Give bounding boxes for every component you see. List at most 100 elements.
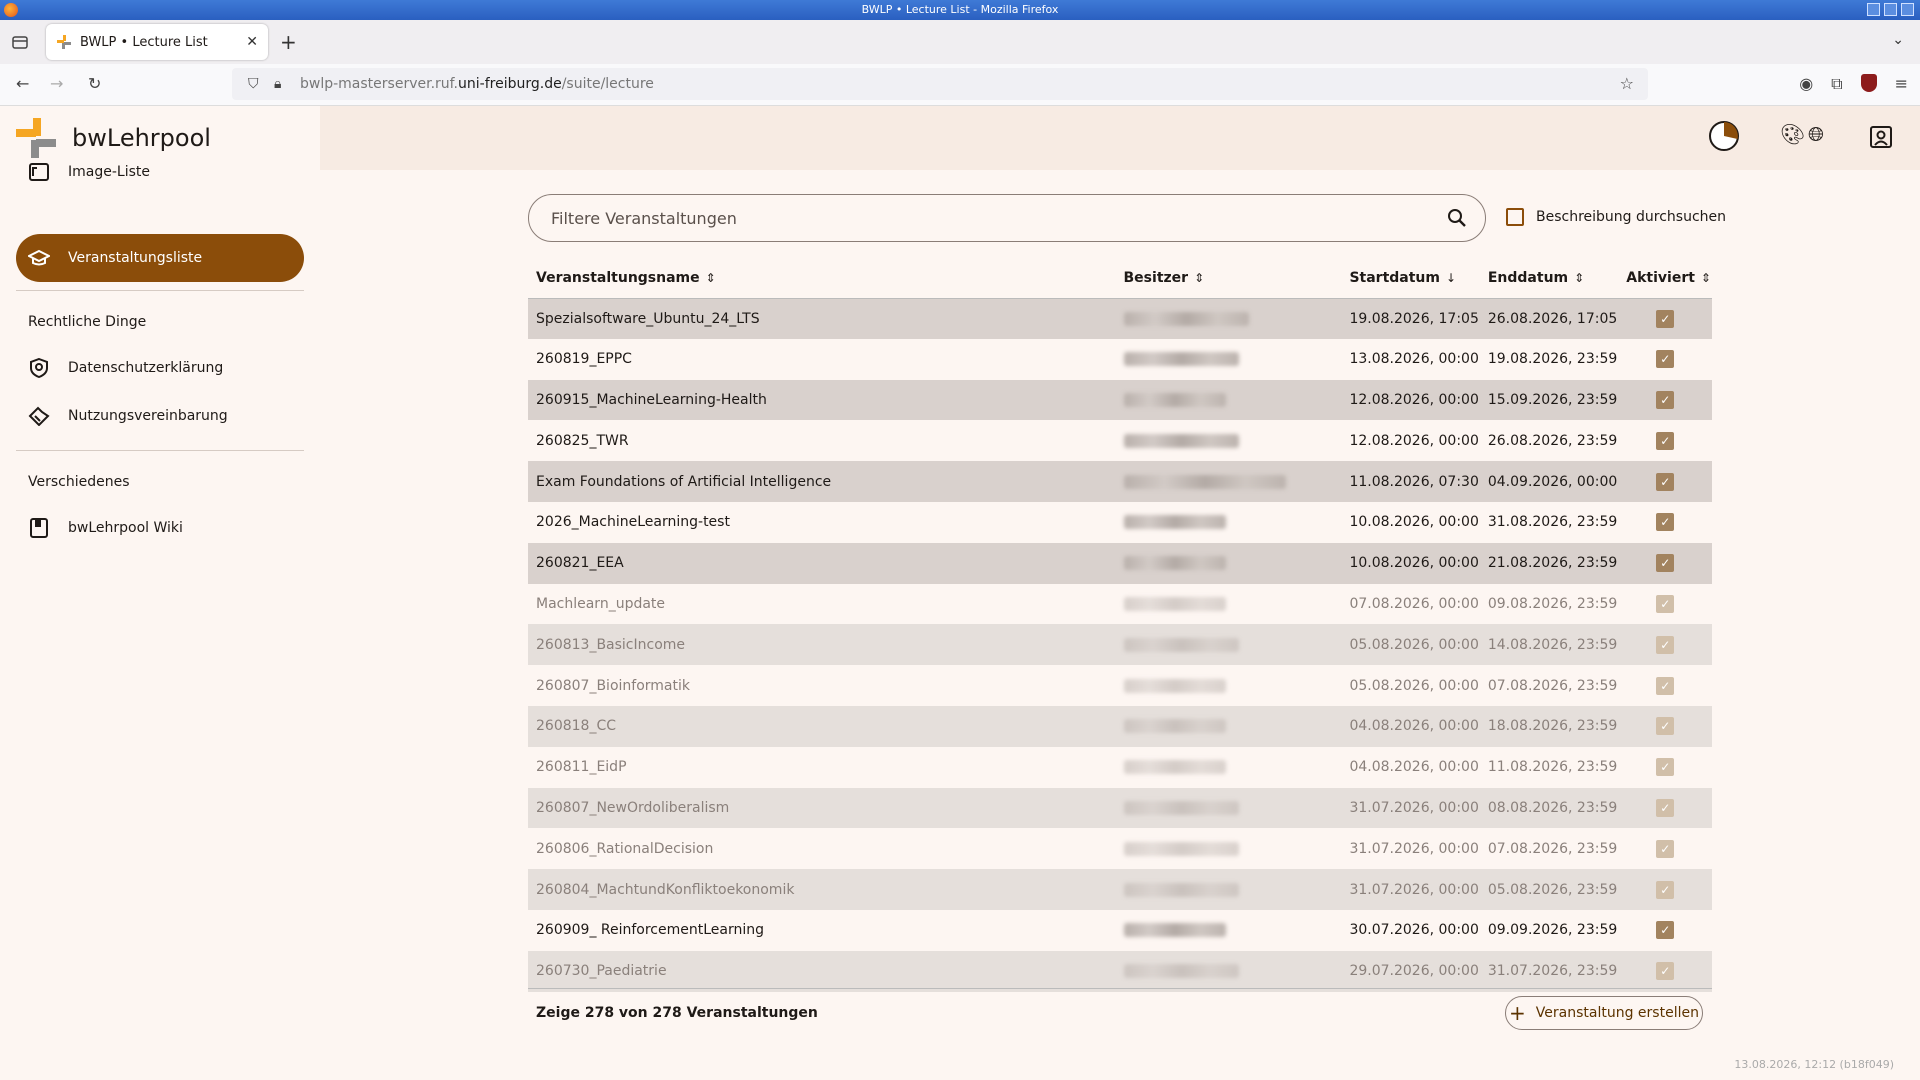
lecture-start: 31.07.2026, 00:00	[1341, 828, 1480, 870]
search-icon[interactable]	[1447, 208, 1467, 228]
active-checkbox[interactable]: ✓	[1656, 839, 1675, 858]
account-circle-icon[interactable]: ◉	[1799, 74, 1813, 94]
lecture-active-cell: ✓	[1618, 665, 1712, 706]
close-window-button[interactable]	[1901, 3, 1914, 16]
lecture-start: 31.07.2026, 00:00	[1341, 787, 1480, 829]
sort-icon[interactable]: ⇕	[1701, 271, 1711, 285]
hamburger-menu-icon[interactable]: ≡	[1895, 74, 1908, 94]
table-row[interactable]: 2026_MachineLearning-test 10.08.2026, 00:…	[528, 501, 1712, 543]
table-row[interactable]: 260821_EEA 10.08.2026, 00:00 21.08.2026, 2…	[528, 542, 1712, 584]
back-arrow-icon[interactable]: ←	[16, 74, 29, 93]
active-checkbox[interactable]: ✓	[1656, 554, 1675, 573]
close-tab-icon[interactable]: ✕	[246, 34, 258, 50]
browser-tab-active[interactable]: BWLP • Lecture List ✕	[46, 24, 268, 60]
sidebar-item-image-list[interactable]: Image-Liste	[16, 148, 304, 196]
lecture-end: 07.08.2026, 23:59	[1479, 665, 1619, 706]
column-header-owner[interactable]: Besitzer ⇕	[1115, 258, 1342, 299]
maximize-button[interactable]	[1884, 3, 1897, 16]
chevron-down-icon[interactable]: ⌄	[1892, 32, 1904, 48]
table-row[interactable]: 260909_ ReinforcementLearning 30.07.2026,…	[528, 909, 1712, 951]
lecture-owner	[1115, 828, 1342, 870]
reload-icon[interactable]: ↻	[88, 74, 101, 93]
table-row[interactable]: 260806_RationalDecision 31.07.2026, 00:00…	[528, 828, 1712, 870]
account-box-icon[interactable]	[1870, 126, 1892, 148]
ublock-shield-icon[interactable]	[1860, 74, 1877, 92]
bookmark-star-icon[interactable]: ☆	[1620, 74, 1634, 93]
lecture-name: 260804_MachtundKonfliktoekonomik	[528, 869, 1116, 910]
extensions-puzzle-icon[interactable]: ⧉	[1831, 74, 1842, 94]
table-row[interactable]: 260804_MachtundKonfliktoekonomik 31.07.20…	[528, 869, 1712, 910]
lecture-end: 18.08.2026, 23:59	[1479, 705, 1619, 747]
table-row[interactable]: 260825_TWR 12.08.2026, 00:00 26.08.2026, 2…	[528, 420, 1712, 462]
lecture-start: 12.08.2026, 00:00	[1341, 379, 1480, 421]
search-description-checkbox[interactable]	[1506, 208, 1524, 226]
sidebar-item-terms[interactable]: Nutzungsvereinbarung	[16, 392, 304, 440]
sort-icon[interactable]: ↓	[1446, 271, 1456, 285]
lecture-owner	[1115, 501, 1342, 543]
column-header-start[interactable]: Startdatum ↓	[1341, 258, 1480, 299]
active-checkbox[interactable]: ✓	[1656, 513, 1675, 532]
search-description-toggle[interactable]: Beschreibung durchsuchen	[1506, 208, 1726, 226]
create-lecture-button[interactable]: + Veranstaltung erstellen	[1505, 996, 1703, 1030]
active-checkbox[interactable]: ✓	[1656, 921, 1675, 940]
active-checkbox[interactable]: ✓	[1656, 758, 1675, 777]
new-tab-button[interactable]: +	[280, 30, 297, 54]
table-row[interactable]: 260811_EidP 04.08.2026, 00:00 11.08.2026, …	[528, 746, 1712, 788]
owner-redacted	[1123, 556, 1226, 571]
table-row[interactable]: Machlearn_update 07.08.2026, 00:00 09.08.2…	[528, 583, 1712, 625]
palette-icon[interactable]: 🎨︎	[1780, 122, 1805, 146]
active-checkbox[interactable]: ✓	[1656, 880, 1675, 899]
tracking-shield-icon[interactable]: ⛉	[248, 76, 266, 92]
active-checkbox[interactable]: ✓	[1656, 390, 1675, 409]
forward-arrow-icon[interactable]: →	[50, 74, 63, 93]
owner-redacted	[1123, 760, 1226, 775]
sort-icon[interactable]: ⇕	[706, 271, 716, 285]
lecture-search-input[interactable]: Filtere Veranstaltungen	[528, 194, 1486, 242]
column-header-end[interactable]: Enddatum ⇕	[1479, 258, 1619, 299]
owner-redacted	[1123, 841, 1239, 856]
active-checkbox[interactable]: ✓	[1656, 798, 1675, 817]
sidebar-item-wiki[interactable]: bwLehrpool Wiki	[16, 504, 304, 552]
active-checkbox[interactable]: ✓	[1656, 676, 1675, 695]
lecture-end: 19.08.2026, 23:59	[1479, 338, 1619, 380]
table-row[interactable]: 260807_Bioinformatik 05.08.2026, 00:00 07.…	[528, 665, 1712, 706]
active-checkbox[interactable]: ✓	[1656, 594, 1675, 613]
lecture-active-cell: ✓	[1618, 461, 1712, 502]
table-row[interactable]: 260813_BasicIncome 05.08.2026, 00:00 14.08…	[528, 624, 1712, 666]
active-checkbox[interactable]: ✓	[1656, 309, 1675, 328]
active-checkbox[interactable]: ✓	[1656, 635, 1675, 654]
sidebar-item-label: Nutzungsvereinbarung	[68, 408, 228, 424]
active-checkbox[interactable]: ✓	[1656, 350, 1675, 369]
url-prefix: bwlp-masterserver.ruf.	[300, 76, 459, 92]
column-header-active[interactable]: Aktiviert ⇕	[1618, 258, 1712, 299]
lecture-name: Exam Foundations of Artificial Intellige…	[528, 461, 1116, 502]
sidebar-divider	[16, 450, 304, 451]
table-row[interactable]: 260818_CC 04.08.2026, 00:00 18.08.2026, 23…	[528, 705, 1712, 747]
table-bottom-border	[528, 988, 1712, 989]
table-row[interactable]: 260915_MachineLearning-Health 12.08.2026,…	[528, 379, 1712, 421]
column-header-name[interactable]: Veranstaltungsname ⇕	[528, 258, 1116, 299]
active-checkbox[interactable]: ✓	[1656, 717, 1675, 736]
active-checkbox[interactable]: ✓	[1656, 431, 1675, 450]
sort-icon[interactable]: ⇕	[1574, 271, 1584, 285]
globe-icon[interactable]: 🌐︎	[1808, 122, 1824, 146]
minimize-button[interactable]	[1867, 3, 1880, 16]
sidebar-item-privacy[interactable]: Datenschutzerklärung	[16, 344, 304, 392]
pie-status-icon[interactable]	[1708, 120, 1740, 152]
table-row[interactable]: 260807_NewOrdoliberalism 31.07.2026, 00:0…	[528, 787, 1712, 829]
lock-icon[interactable]: 🔒︎	[274, 76, 292, 92]
active-checkbox[interactable]: ✓	[1656, 472, 1675, 491]
table-row[interactable]: 260730_Paediatrie 29.07.2026, 00:00 31.07.…	[528, 950, 1712, 992]
lecture-name: 260807_NewOrdoliberalism	[528, 787, 1116, 829]
table-row[interactable]: Spezialsoftware_Ubuntu_24_LTS 19.08.2026,…	[528, 298, 1712, 339]
sidebar-item-lecture-list[interactable]: Veranstaltungsliste	[16, 234, 304, 282]
sort-icon[interactable]: ⇕	[1194, 271, 1204, 285]
active-checkbox[interactable]: ✓	[1656, 962, 1675, 981]
url-bar[interactable]: ⛉ 🔒︎ bwlp-masterserver.ruf. uni-freiburg.…	[232, 68, 1648, 100]
table-row[interactable]: Exam Foundations of Artificial Intellige…	[528, 461, 1712, 502]
sidebar-item-label: Datenschutzerklärung	[68, 360, 224, 376]
list-all-tabs-icon[interactable]	[12, 34, 28, 50]
table-row[interactable]: 260819_EPPC 13.08.2026, 00:00 19.08.2026, …	[528, 338, 1712, 380]
lecture-start: 07.08.2026, 00:00	[1341, 583, 1480, 625]
lecture-count: Zeige 278 von 278 Veranstaltungen	[536, 1005, 818, 1021]
